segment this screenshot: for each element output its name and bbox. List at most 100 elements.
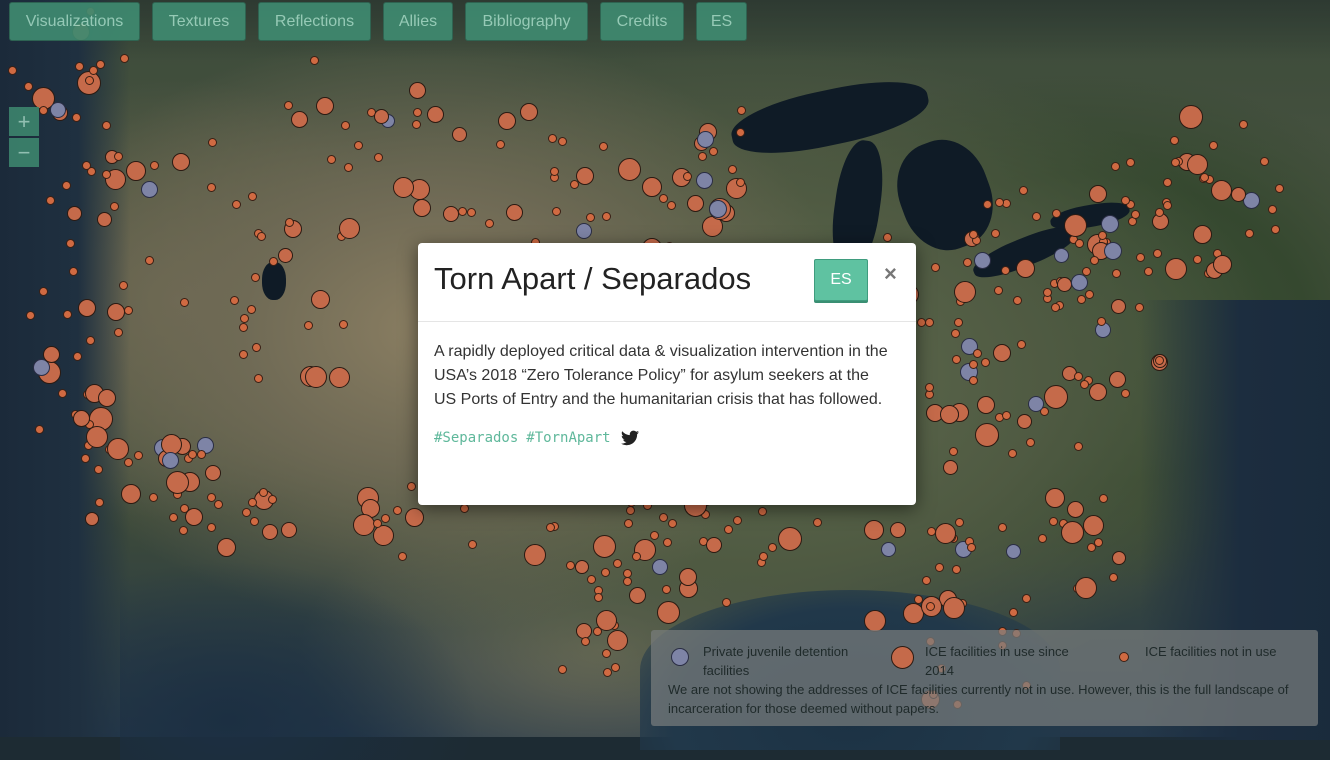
ice-facility-not-in-use-marker[interactable] — [600, 567, 610, 577]
ice-facility-in-use-marker[interactable] — [1082, 515, 1104, 537]
ice-facility-in-use-marker[interactable] — [217, 537, 237, 557]
ice-facility-not-in-use-marker[interactable] — [758, 552, 768, 562]
ice-facility-not-in-use-marker[interactable] — [57, 388, 67, 398]
ice-facility-in-use-marker[interactable] — [657, 600, 681, 624]
ice-facility-not-in-use-marker[interactable] — [1274, 183, 1284, 193]
ice-facility-not-in-use-marker[interactable] — [610, 663, 620, 673]
private-juvenile-facility-marker[interactable] — [696, 130, 714, 148]
ice-facility-in-use-marker[interactable] — [451, 127, 467, 143]
ice-facility-in-use-marker[interactable] — [942, 597, 965, 619]
zoom-in-button[interactable]: + — [9, 107, 39, 136]
ice-facility-not-in-use-marker[interactable] — [1170, 136, 1180, 146]
ice-facility-not-in-use-marker[interactable] — [374, 152, 384, 162]
ice-facility-not-in-use-marker[interactable] — [966, 543, 976, 553]
ice-facility-not-in-use-marker[interactable] — [736, 106, 746, 116]
ice-facility-not-in-use-marker[interactable] — [257, 232, 267, 242]
ice-facility-not-in-use-marker[interactable] — [406, 481, 416, 491]
ice-facility-not-in-use-marker[interactable] — [268, 257, 278, 267]
ice-facility-in-use-marker[interactable] — [166, 471, 189, 495]
ice-facility-not-in-use-marker[interactable] — [1260, 157, 1270, 167]
ice-facility-not-in-use-marker[interactable] — [238, 350, 248, 360]
ice-facility-not-in-use-marker[interactable] — [179, 526, 189, 536]
ice-facility-not-in-use-marker[interactable] — [721, 598, 731, 608]
ice-facility-not-in-use-marker[interactable] — [1021, 593, 1031, 603]
private-juvenile-facility-marker[interactable] — [575, 223, 592, 240]
ice-facility-not-in-use-marker[interactable] — [1135, 253, 1145, 263]
ice-facility-not-in-use-marker[interactable] — [344, 162, 354, 172]
ice-facility-not-in-use-marker[interactable] — [283, 100, 293, 110]
ice-facility-not-in-use-marker[interactable] — [667, 519, 677, 528]
ice-facility-not-in-use-marker[interactable] — [93, 464, 103, 474]
ice-facility-not-in-use-marker[interactable] — [341, 121, 351, 131]
ice-facility-not-in-use-marker[interactable] — [467, 539, 477, 549]
ice-facility-in-use-marker[interactable] — [889, 522, 906, 539]
private-juvenile-facility-marker[interactable] — [1028, 395, 1044, 412]
ice-facility-not-in-use-marker[interactable] — [247, 191, 257, 201]
ice-facility-in-use-marker[interactable] — [373, 525, 395, 547]
ice-facility-in-use-marker[interactable] — [86, 425, 109, 448]
ice-facility-not-in-use-marker[interactable] — [496, 140, 506, 150]
nav-reflections-button[interactable]: Reflections — [258, 2, 371, 41]
ice-facility-not-in-use-marker[interactable] — [1108, 573, 1118, 583]
ice-facility-not-in-use-marker[interactable] — [240, 313, 250, 323]
ice-facility-in-use-marker[interactable] — [97, 211, 112, 227]
ice-facility-not-in-use-marker[interactable] — [327, 155, 336, 165]
ice-facility-in-use-marker[interactable] — [1017, 413, 1033, 429]
ice-facility-not-in-use-marker[interactable] — [598, 142, 608, 152]
ice-facility-not-in-use-marker[interactable] — [101, 120, 111, 130]
ice-facility-not-in-use-marker[interactable] — [250, 273, 260, 283]
ice-facility-not-in-use-marker[interactable] — [148, 492, 158, 502]
ice-facility-not-in-use-marker[interactable] — [1110, 162, 1120, 172]
ice-facility-in-use-marker[interactable] — [778, 527, 803, 552]
ice-facility-in-use-marker[interactable] — [291, 111, 309, 129]
ice-facility-in-use-marker[interactable] — [934, 523, 956, 545]
ice-facility-not-in-use-marker[interactable] — [666, 201, 676, 211]
ice-facility-not-in-use-marker[interactable] — [120, 53, 129, 63]
ice-facility-not-in-use-marker[interactable] — [114, 327, 124, 337]
ice-facility-in-use-marker[interactable] — [1210, 179, 1232, 201]
ice-facility-not-in-use-marker[interactable] — [963, 257, 973, 267]
ice-facility-not-in-use-marker[interactable] — [733, 516, 743, 526]
ice-facility-not-in-use-marker[interactable] — [968, 376, 978, 386]
ice-facility-in-use-marker[interactable] — [863, 519, 884, 540]
ice-facility-in-use-marker[interactable] — [576, 166, 595, 185]
ice-facility-not-in-use-marker[interactable] — [114, 151, 124, 161]
ice-facility-not-in-use-marker[interactable] — [954, 318, 964, 328]
twitter-icon[interactable] — [620, 430, 639, 446]
nav-language-es-button[interactable]: ES — [696, 2, 747, 41]
ice-facility-in-use-marker[interactable] — [97, 388, 116, 407]
ice-facility-not-in-use-marker[interactable] — [993, 285, 1003, 295]
ice-facility-not-in-use-marker[interactable] — [179, 297, 189, 307]
ice-facility-in-use-marker[interactable] — [1067, 500, 1085, 518]
ice-facility-not-in-use-marker[interactable] — [123, 457, 133, 467]
ice-facility-not-in-use-marker[interactable] — [485, 219, 495, 229]
ice-facility-in-use-marker[interactable] — [642, 176, 663, 197]
ice-facility-not-in-use-marker[interactable] — [924, 317, 934, 327]
ice-facility-not-in-use-marker[interactable] — [354, 141, 364, 151]
ice-facility-not-in-use-marker[interactable] — [1002, 411, 1012, 421]
ice-facility-in-use-marker[interactable] — [687, 195, 705, 213]
ice-facility-not-in-use-marker[interactable] — [1074, 238, 1084, 248]
ice-facility-in-use-marker[interactable] — [261, 524, 278, 541]
ice-facility-not-in-use-marker[interactable] — [196, 450, 206, 460]
ice-facility-in-use-marker[interactable] — [1016, 258, 1036, 278]
ice-facility-not-in-use-marker[interactable] — [954, 517, 964, 527]
private-juvenile-facility-marker[interactable] — [652, 559, 669, 576]
ice-facility-in-use-marker[interactable] — [942, 459, 958, 475]
ice-facility-not-in-use-marker[interactable] — [338, 319, 348, 329]
ice-facility-in-use-marker[interactable] — [993, 343, 1012, 362]
ice-facility-not-in-use-marker[interactable] — [253, 374, 263, 384]
ice-facility-in-use-marker[interactable] — [705, 537, 722, 554]
ice-facility-in-use-marker[interactable] — [404, 508, 424, 528]
ice-facility-not-in-use-marker[interactable] — [951, 565, 961, 575]
language-toggle-button[interactable]: ES — [814, 259, 868, 301]
ice-facility-not-in-use-marker[interactable] — [950, 329, 960, 339]
ice-facility-not-in-use-marker[interactable] — [169, 512, 179, 522]
ice-facility-not-in-use-marker[interactable] — [1031, 212, 1041, 222]
ice-facility-not-in-use-marker[interactable] — [623, 519, 633, 529]
ice-facility-not-in-use-marker[interactable] — [466, 208, 476, 218]
close-icon[interactable]: × — [884, 261, 897, 287]
ice-facility-in-use-marker[interactable] — [408, 81, 426, 99]
ice-facility-in-use-marker[interactable] — [519, 103, 538, 122]
ice-facility-in-use-marker[interactable] — [278, 247, 294, 263]
